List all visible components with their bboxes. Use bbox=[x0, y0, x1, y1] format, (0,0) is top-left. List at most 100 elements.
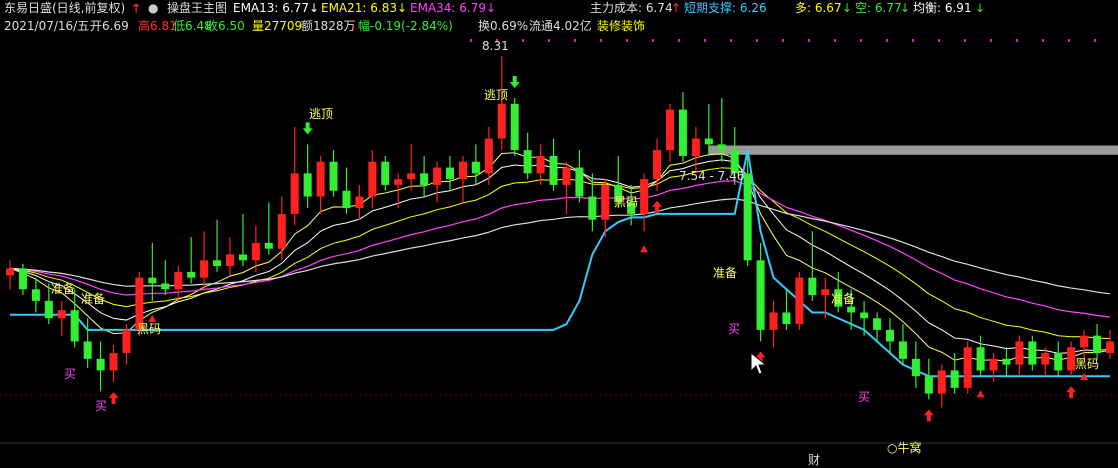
candle-body-up bbox=[989, 358, 998, 371]
candle-body-down bbox=[83, 341, 92, 359]
candle-body-up bbox=[691, 138, 700, 156]
candle-body-down bbox=[31, 289, 40, 301]
candle-body-up bbox=[562, 167, 571, 185]
candle-body-up bbox=[355, 196, 364, 209]
candle-body-down bbox=[238, 254, 247, 261]
escape-top-label-2: 逃顶 bbox=[484, 88, 508, 102]
signal-triangle-icon bbox=[976, 390, 985, 398]
candle-body-down bbox=[187, 271, 196, 278]
buy-label-3: 买 bbox=[728, 322, 740, 336]
buy-arrow-icon bbox=[108, 392, 119, 405]
candle-body-down bbox=[588, 196, 597, 220]
divider-dot bbox=[600, 39, 602, 42]
mouse-cursor-icon bbox=[750, 351, 768, 375]
divider-dot bbox=[548, 39, 550, 42]
cai-label: 财 bbox=[808, 453, 820, 467]
prepare-label-2: 准备 bbox=[81, 292, 105, 306]
candle-body-up bbox=[57, 310, 66, 319]
candle-body-down bbox=[898, 341, 907, 359]
divider-dot bbox=[1016, 39, 1018, 42]
black-code-label-2: 黑码 bbox=[614, 195, 638, 209]
candle-body-up bbox=[653, 150, 662, 180]
sell-arrow-icon bbox=[509, 75, 520, 88]
candle-body-down bbox=[873, 318, 882, 330]
candle-body-down bbox=[950, 370, 959, 388]
candle-body-down bbox=[96, 358, 105, 371]
candle-body-up bbox=[601, 184, 610, 220]
candle-body-down bbox=[782, 312, 791, 325]
black-code-label-1: 黑码 bbox=[137, 322, 161, 336]
candle-body-down bbox=[1002, 358, 1011, 365]
range-label: 7.54 - 7.46 bbox=[679, 169, 744, 183]
buy-arrow-icon bbox=[923, 409, 934, 422]
divider-dot bbox=[756, 39, 758, 42]
candle-body-up bbox=[1080, 335, 1089, 348]
candle-body-up bbox=[5, 268, 15, 276]
candle-body-up bbox=[665, 109, 675, 151]
candle-body-up bbox=[394, 179, 403, 185]
candle-body-down bbox=[420, 173, 429, 185]
candle-body-down bbox=[847, 306, 856, 313]
divider-dot bbox=[834, 39, 836, 42]
max-price-label: 8.31 bbox=[482, 39, 509, 53]
candle-body-up bbox=[458, 161, 467, 180]
candle-body-down bbox=[1093, 335, 1102, 354]
divider-dot bbox=[782, 39, 784, 42]
candle-body-down bbox=[161, 283, 170, 290]
candle-body-up bbox=[251, 242, 260, 261]
signal-triangle-icon bbox=[640, 245, 649, 253]
divider-dot bbox=[678, 39, 680, 42]
candle-body-up bbox=[1015, 341, 1024, 365]
candle-body-up bbox=[1041, 353, 1050, 365]
candle-body-down bbox=[44, 300, 53, 319]
divider-dot bbox=[652, 39, 654, 42]
ema34-line bbox=[9, 180, 1111, 318]
candle-body-down bbox=[1054, 353, 1063, 371]
signal-triangle-icon bbox=[148, 314, 157, 322]
candle-body-up bbox=[200, 260, 209, 278]
candle-body-down bbox=[70, 310, 79, 342]
candlestick-chart[interactable]: 8.31 7.54 - 7.46 逃顶 逃顶 准备 准备 准备 准备 黑码 黑码… bbox=[0, 0, 1118, 468]
candle-body-up bbox=[640, 179, 649, 214]
candle-body-down bbox=[860, 312, 869, 319]
candle-body-down bbox=[756, 260, 765, 330]
candle-body-up bbox=[963, 347, 972, 388]
resistance-band bbox=[708, 145, 1118, 155]
candle-body-down bbox=[1028, 341, 1037, 365]
candle-body-down bbox=[329, 161, 338, 191]
prepare-label-4: 准备 bbox=[831, 292, 855, 306]
divider-dot bbox=[730, 39, 732, 42]
ema21-line bbox=[9, 167, 1111, 339]
candle-body-up bbox=[433, 167, 442, 185]
candle-body-down bbox=[510, 103, 519, 151]
candle-body-up bbox=[1067, 347, 1076, 371]
candle-body-down bbox=[471, 161, 480, 174]
divider-dot bbox=[886, 39, 888, 42]
candle-body-up bbox=[277, 213, 286, 249]
candle-body-down bbox=[976, 347, 985, 371]
candle-body-down bbox=[808, 277, 817, 296]
candle-body-down bbox=[18, 268, 27, 290]
divider-dot bbox=[964, 39, 966, 42]
divider-dot bbox=[522, 39, 524, 42]
candle-body-down bbox=[704, 138, 713, 145]
niu-wo-label: ○牛窝 bbox=[887, 440, 921, 455]
candle-body-down bbox=[717, 144, 726, 151]
candle-body-up bbox=[225, 254, 235, 267]
candle-body-down bbox=[342, 190, 351, 209]
candle-body-down bbox=[148, 277, 157, 284]
candle-body-down bbox=[575, 167, 584, 197]
divider-dot bbox=[574, 39, 576, 42]
candle-body-up bbox=[536, 155, 545, 174]
divider-dot bbox=[1068, 39, 1070, 42]
candle-body-down bbox=[381, 161, 390, 185]
candle-body-up bbox=[122, 329, 131, 354]
candle-body-up bbox=[1105, 341, 1115, 354]
buy-label-1: 买 bbox=[64, 367, 76, 381]
short-support-line bbox=[10, 149, 1110, 378]
candle-body-down bbox=[924, 376, 933, 394]
buy-arrow-icon bbox=[1066, 386, 1077, 399]
buy-label-2: 买 bbox=[95, 399, 107, 413]
prepare-label-3: 准备 bbox=[713, 266, 737, 280]
candle-body-up bbox=[407, 173, 416, 180]
